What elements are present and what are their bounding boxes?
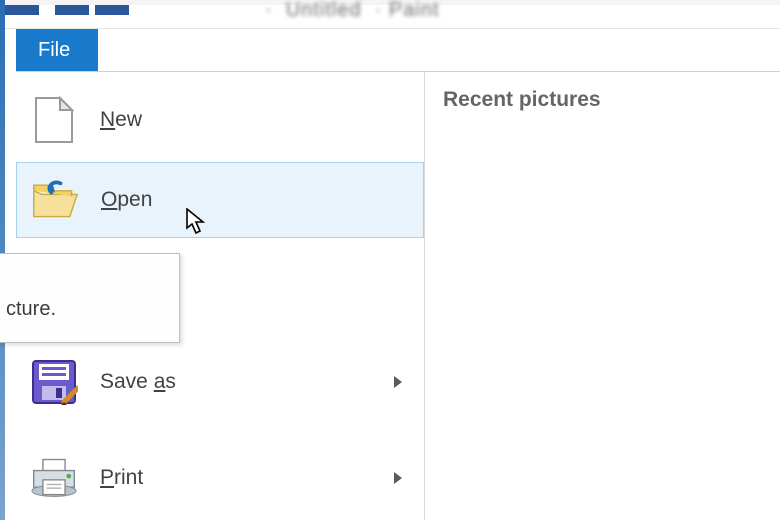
file-tab-label: File — [38, 39, 70, 62]
menu-label-print: Print — [100, 466, 143, 490]
title-text-cropped: · Untitled · Paint — [265, 0, 440, 22]
menu-item-open[interactable]: Open — [16, 162, 424, 238]
file-tab[interactable]: File — [16, 29, 98, 71]
quick-access-toolbar — [5, 5, 135, 29]
qat-item[interactable] — [55, 5, 89, 15]
recent-heading: Recent pictures — [443, 88, 762, 112]
tooltip-text: cture. — [6, 298, 56, 320]
qat-item[interactable] — [95, 5, 129, 15]
submenu-arrow-icon — [394, 472, 402, 484]
new-file-icon — [30, 96, 78, 144]
tooltip-open: cture. — [0, 253, 180, 343]
menu-label-new: New — [100, 108, 142, 132]
paint-window: · Untitled · Paint File New — [5, 5, 780, 520]
menu-item-new[interactable]: New — [16, 82, 424, 158]
qat-item[interactable] — [5, 5, 39, 15]
menu-item-save-as[interactable]: Save as — [16, 344, 424, 420]
save-as-icon — [30, 358, 78, 406]
titlebar: · Untitled · Paint — [5, 5, 780, 29]
printer-icon — [30, 454, 78, 502]
ribbon-tabs: File — [16, 29, 98, 71]
folder-open-icon — [31, 176, 79, 224]
submenu-arrow-icon — [394, 376, 402, 388]
menu-label-open: Open — [101, 188, 152, 212]
menu-item-print[interactable]: Print — [16, 440, 424, 516]
recent-panel: Recent pictures — [425, 72, 780, 520]
menu-label-save-as: Save as — [100, 370, 176, 394]
